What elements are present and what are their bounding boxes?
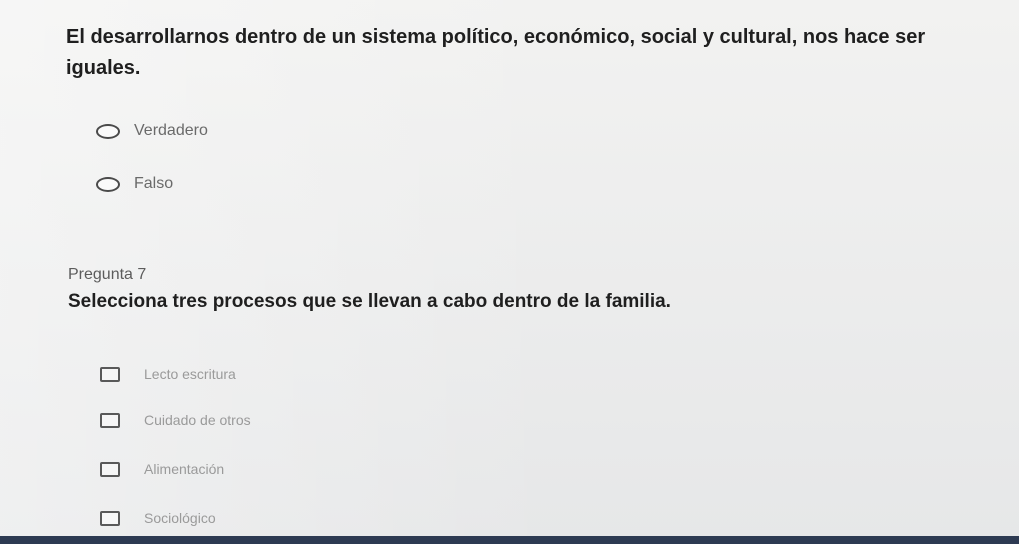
- checkbox-label: Cuidado de otros: [144, 412, 251, 428]
- radio-label: Falso: [134, 175, 174, 192]
- checkbox-label: Alimentación: [144, 461, 225, 477]
- checkbox-option-lecto-escritura[interactable]: Lecto escritura: [100, 366, 236, 382]
- taskbar: [0, 536, 1019, 544]
- checkbox-option-alimentacion[interactable]: Alimentación: [100, 461, 224, 477]
- checkbox[interactable]: [100, 461, 120, 477]
- question-7-number: Pregunta 7: [68, 266, 147, 283]
- quiz-page: El desarrollarnos dentro de un sistema p…: [0, 0, 1019, 544]
- checkbox-option-cuidado-de-otros[interactable]: Cuidado de otros: [100, 412, 251, 428]
- radio-option-falso[interactable]: Falso: [96, 175, 173, 193]
- radio-button[interactable]: [96, 123, 120, 139]
- checkbox[interactable]: [100, 510, 120, 526]
- checkbox[interactable]: [100, 366, 120, 382]
- radio-button[interactable]: [96, 176, 120, 192]
- checkbox-option-sociologico[interactable]: Sociológico: [100, 510, 216, 526]
- checkbox-label: Lecto escritura: [144, 366, 236, 382]
- radio-label: Verdadero: [134, 122, 208, 139]
- question-6-text: El desarrollarnos dentro de un sistema p…: [66, 26, 926, 79]
- checkbox[interactable]: [100, 412, 120, 428]
- question-7-text: Selecciona tres procesos que se llevan a…: [68, 291, 671, 312]
- checkbox-label: Sociológico: [144, 510, 216, 526]
- radio-option-verdadero[interactable]: Verdadero: [96, 122, 208, 140]
